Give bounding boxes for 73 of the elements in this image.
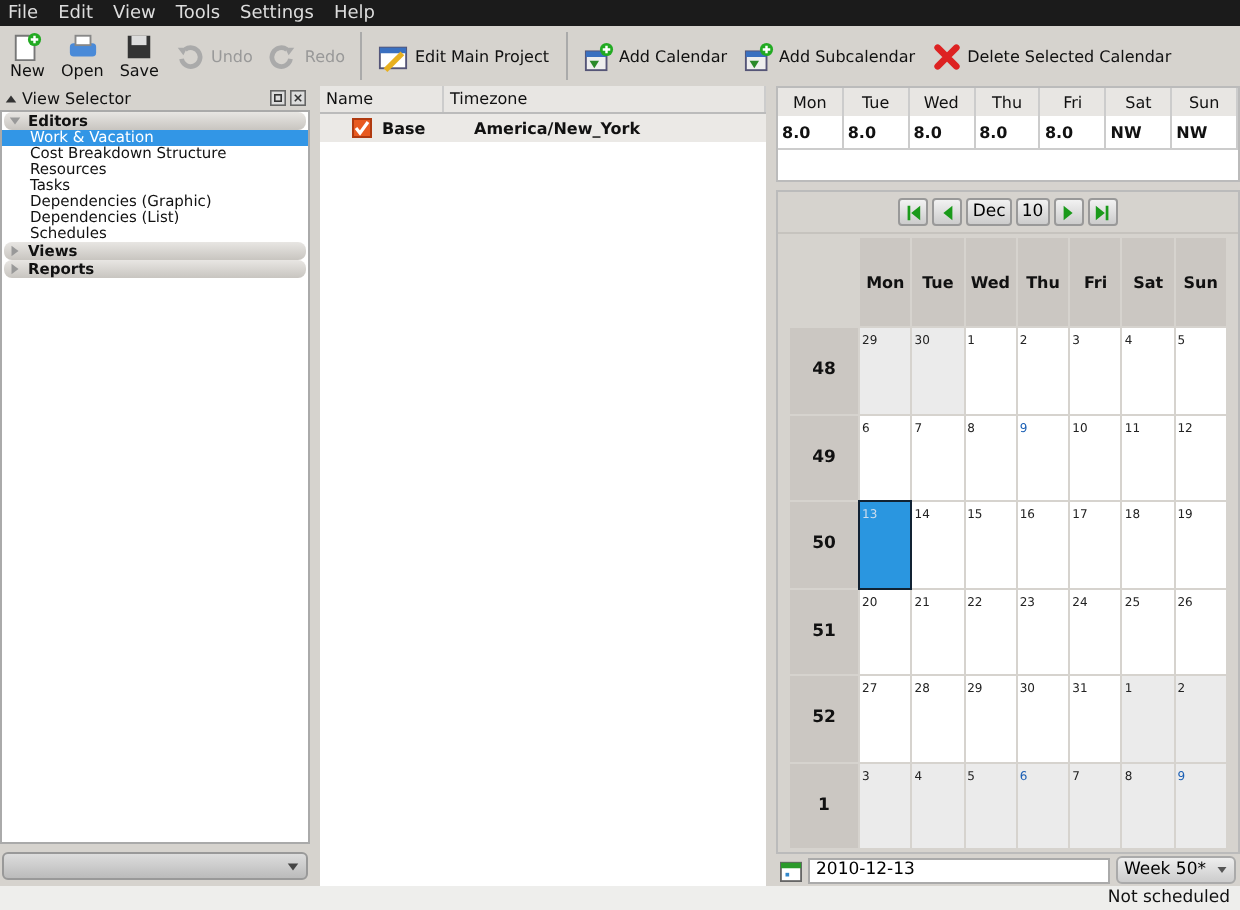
column-header[interactable]: Timezone [444,86,766,112]
toolbar-button[interactable]: Save [113,30,165,82]
panel-title: View Selector [22,89,131,107]
weekday-header: Wed [965,238,1016,326]
week-dropdown[interactable]: Week 50* [1115,856,1236,884]
toolbar-button[interactable]: Open [54,30,110,82]
column-header[interactable]: Name [320,86,444,112]
table-cell: Base [382,119,426,137]
checkbox[interactable] [352,118,372,138]
table-cell: 8.0 [975,116,1041,150]
month-button[interactable]: Dec [966,198,1012,226]
column-header: Fri [1040,88,1107,116]
previous-year-button[interactable] [898,198,929,226]
weekday-header: Tue [912,238,964,326]
week-number: 49 [790,415,858,500]
toolbar-button[interactable]: Edit Main Project [372,39,556,73]
week-number: 52 [790,676,858,761]
calendar-icon[interactable] [780,859,802,881]
table-cell: NW [1172,116,1239,150]
table-cell: 8.0 [778,116,844,150]
document-plus-icon [12,32,43,62]
printer-icon [67,32,98,62]
delete-icon [931,41,962,71]
calendar-plus-icon [583,41,614,71]
next-year-button[interactable] [1087,198,1118,226]
date-field[interactable]: 2010-12-13 [808,857,1110,883]
caret-icon [286,859,300,873]
collapse-icon[interactable] [4,91,18,105]
skip-back-icon [904,203,923,221]
week-number: 50 [790,502,858,587]
toolbar-button[interactable]: New [4,30,51,82]
column-header: Thu [975,88,1041,116]
weekday-header: Thu [1017,238,1069,326]
column-header: Mon [778,88,844,116]
menu-item[interactable]: Tools [175,3,221,23]
toolbar-button[interactable]: Add Subcalendar [737,39,922,73]
column-header: Tue [843,88,910,116]
next-month-button[interactable] [1053,198,1084,226]
week-number: 51 [790,589,858,674]
weekday-header: Fri [1070,238,1121,326]
menu-item[interactable]: File [8,3,39,23]
weekday-header: Sat [1122,238,1174,326]
weekday-header: Sun [1175,238,1226,326]
weekday-header: Mon [860,238,911,326]
table-cell: 8.0 [843,116,910,150]
column-header: Sat [1106,88,1173,116]
week-number: 1 [790,763,858,848]
right-arrow-icon [1059,203,1078,221]
status-text: Not scheduled [1107,888,1230,908]
left-arrow-icon [938,203,957,221]
redo-icon [268,41,299,71]
calendar-plus-icon [743,41,774,71]
pencil-calendar-icon [378,41,409,71]
toolbar-button[interactable]: Add Calendar [577,39,734,73]
menu-item[interactable]: Settings [240,3,314,23]
column-header: Sun [1172,88,1239,116]
menu-item[interactable]: View [113,3,156,23]
undo-icon [174,41,205,71]
previous-month-button[interactable] [932,198,963,226]
float-icon[interactable] [270,90,286,106]
skip-forward-icon [1093,203,1112,221]
table-cell-text: America/New_York [472,117,643,142]
table-cell: 8.0 [1040,116,1107,150]
column-header: Wed [909,88,976,116]
table-cell: NW [1106,116,1173,150]
menu-item[interactable]: Edit [58,3,93,23]
menu-item[interactable]: Help [333,3,375,23]
year-button[interactable]: 10 [1015,198,1050,226]
close-icon[interactable] [290,90,306,106]
table-cell: 8.0 [909,116,976,150]
caret-icon [1216,864,1228,876]
toolbar-button[interactable]: Delete Selected Calendar [925,39,1178,73]
week-number: 48 [790,328,858,413]
